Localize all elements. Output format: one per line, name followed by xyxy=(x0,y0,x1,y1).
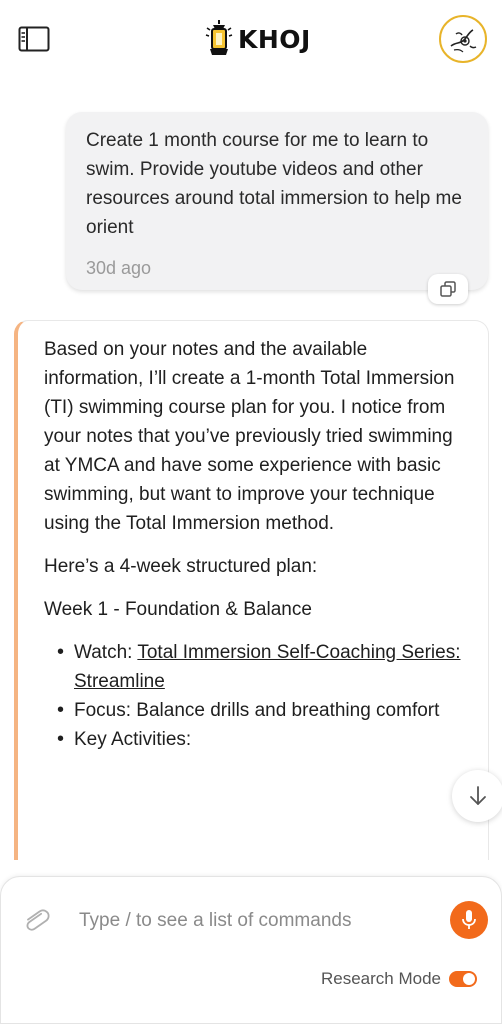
toggle-knob xyxy=(463,973,476,985)
research-mode-control: Research Mode xyxy=(321,969,478,989)
research-mode-label: Research Mode xyxy=(321,969,442,988)
attach-file-button[interactable] xyxy=(19,903,53,937)
week-1-list: Watch: Total Immersion Self-Coaching Ser… xyxy=(44,638,468,754)
arrow-down-icon xyxy=(470,786,486,805)
voice-input-button[interactable] xyxy=(450,901,488,939)
week-1-heading: Week 1 - Foundation & Balance xyxy=(44,599,312,620)
research-mode-toggle[interactable] xyxy=(449,971,478,987)
list-item-label: Focus: Balance drills and breathing comf… xyxy=(74,700,440,721)
list-item-label: Key Activities: xyxy=(74,729,192,750)
paperclip-icon xyxy=(26,909,50,931)
user-message: Create 1 month course for me to learn to… xyxy=(66,112,488,290)
user-avatar-icon xyxy=(450,29,477,53)
chat-area[interactable]: Create 1 month course for me to learn to… xyxy=(0,80,502,860)
sidebar-toggle-icon xyxy=(18,26,50,52)
list-item: Key Activities: xyxy=(57,725,468,754)
message-timestamp: 30d ago xyxy=(86,258,152,278)
user-avatar[interactable] xyxy=(439,15,487,63)
app-logo[interactable]: KHOJ xyxy=(204,18,311,60)
copy-icon xyxy=(440,281,456,297)
copy-message-button[interactable] xyxy=(428,274,468,304)
user-message-text: Create 1 month course for me to learn to… xyxy=(86,130,462,238)
top-header: KHOJ xyxy=(0,0,502,80)
microphone-icon xyxy=(462,910,476,929)
assistant-message: Based on your notes and the available in… xyxy=(14,320,489,860)
plan-intro-paragraph: Here’s a 4-week structured plan: xyxy=(44,556,318,577)
lantern-icon xyxy=(205,20,233,55)
chat-input[interactable] xyxy=(79,891,439,951)
list-item-label: Watch: xyxy=(74,642,138,663)
list-item: Focus: Balance drills and breathing comf… xyxy=(57,696,468,725)
assistant-intro-paragraph: Based on your notes and the available in… xyxy=(44,339,455,534)
message-composer: Research Mode xyxy=(0,876,502,1024)
scroll-to-bottom-button[interactable] xyxy=(452,770,502,822)
list-item: Watch: Total Immersion Self-Coaching Ser… xyxy=(57,638,468,696)
logo-text: KHOJ xyxy=(238,24,311,54)
sidebar-toggle-button[interactable] xyxy=(16,24,52,54)
